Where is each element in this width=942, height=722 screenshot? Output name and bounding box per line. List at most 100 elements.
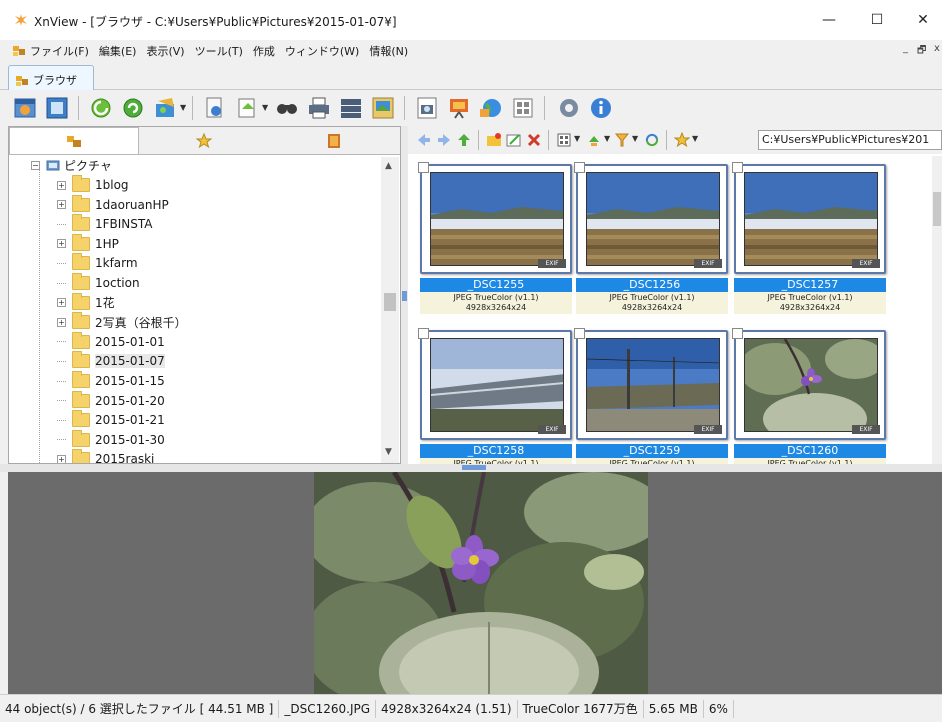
thumbnail-checkbox[interactable] xyxy=(732,328,743,339)
tree-item[interactable]: 2015-01-01 xyxy=(57,331,165,352)
tree-item[interactable]: 2015-01-20 xyxy=(57,390,165,411)
capture-icon[interactable] xyxy=(414,95,440,121)
thumbnail-frame[interactable]: EXIF xyxy=(576,330,728,440)
scroll-down-icon[interactable]: ▼ xyxy=(385,447,392,457)
contact-sheet-icon[interactable] xyxy=(510,95,536,121)
tree-item[interactable]: +2015raski xyxy=(57,449,154,463)
scanner-icon[interactable] xyxy=(338,95,364,121)
web-icon[interactable] xyxy=(478,95,504,121)
thumbnail-frame[interactable]: EXIF xyxy=(576,164,728,274)
thumbnail-checkbox[interactable] xyxy=(418,328,429,339)
path-input[interactable]: C:¥Users¥Public¥Pictures¥201 xyxy=(758,130,942,150)
menu-item-6[interactable]: 情報(N) xyxy=(369,43,408,59)
view-mode-icon[interactable] xyxy=(556,132,572,148)
tree-root-pictures[interactable]: − ピクチャ xyxy=(31,157,112,175)
thumbnail-tile[interactable]: EXIF_DSC1258JPEG TrueColor (v1.1)4928x32… xyxy=(418,328,572,464)
tree-item[interactable]: 1FBINSTA xyxy=(57,214,153,234)
thumbnail-frame[interactable]: EXIF xyxy=(734,330,886,440)
export-icon[interactable] xyxy=(234,95,260,121)
convert-icon[interactable] xyxy=(202,95,228,121)
batch-icon[interactable] xyxy=(152,95,178,121)
close-button[interactable]: ✕ xyxy=(900,8,942,32)
batch-dropdown-icon[interactable]: ▼ xyxy=(180,103,186,112)
tree-item[interactable]: 2015-01-21 xyxy=(57,410,165,430)
thumbnail-frame[interactable]: EXIF xyxy=(734,164,886,274)
menu-item-0[interactable]: ファイル(F) xyxy=(30,43,89,59)
up-folder-icon[interactable] xyxy=(456,132,472,148)
acquire-icon[interactable] xyxy=(12,95,38,121)
splitter-grip[interactable] xyxy=(402,291,407,301)
tree-item[interactable]: +1HP xyxy=(57,233,119,254)
tab-favorites[interactable] xyxy=(139,127,269,154)
tree-item[interactable]: +1花 xyxy=(57,292,115,313)
tree-item[interactable]: 2015-01-07 xyxy=(57,351,165,371)
fullscreen-icon[interactable] xyxy=(44,95,70,121)
expand-icon[interactable]: + xyxy=(57,180,66,190)
collapse-icon[interactable]: − xyxy=(31,160,40,170)
mdi-close-button[interactable]: x xyxy=(934,43,940,54)
back-icon[interactable] xyxy=(416,132,432,148)
thumbnail-tile[interactable]: EXIF_DSC1259JPEG TrueColor (v1.1)4928x32… xyxy=(574,328,728,464)
refresh-icon[interactable] xyxy=(88,95,114,121)
expand-icon[interactable]: + xyxy=(57,298,66,308)
tree-item[interactable]: 2015-01-30 xyxy=(57,429,165,450)
thumbnail-checkbox[interactable] xyxy=(732,162,743,173)
tree-item[interactable]: +2写真（谷根千） xyxy=(57,312,187,332)
thumbnail-scroll-thumb[interactable] xyxy=(933,192,941,226)
menu-item-4[interactable]: 作成 xyxy=(253,43,275,59)
thumbnail-tile[interactable]: EXIF _DSC1257 JPEG TrueColor (v1.1) 4928x32… xyxy=(732,162,886,314)
tree-item[interactable]: 2015-01-15 xyxy=(57,371,165,391)
export-dropdown-icon[interactable]: ▼ xyxy=(262,103,268,112)
thumbnail-tile[interactable]: EXIF _DSC1255 JPEG TrueColor (v1.1) 4928x32… xyxy=(418,162,572,314)
tab-folders[interactable] xyxy=(9,127,139,154)
mdi-minimize-button[interactable]: _ xyxy=(903,43,908,54)
menu-item-1[interactable]: 編集(E) xyxy=(99,43,137,59)
thumbnail-checkbox[interactable] xyxy=(574,328,585,339)
menu-item-5[interactable]: ウィンドウ(W) xyxy=(285,43,359,59)
thumbnail-frame[interactable]: EXIF xyxy=(420,164,572,274)
settings-icon[interactable] xyxy=(556,95,582,121)
rotate-icon[interactable] xyxy=(120,95,146,121)
expand-icon[interactable]: + xyxy=(57,454,66,463)
horizontal-splitter[interactable] xyxy=(0,464,942,472)
thumbnail-tile[interactable]: EXIF _DSC1256 JPEG TrueColor (v1.1) 4928x32… xyxy=(574,162,728,314)
bookmark-star-icon[interactable] xyxy=(674,132,690,148)
scroll-up-icon[interactable]: ▲ xyxy=(385,161,392,171)
tree-item[interactable]: +1blog xyxy=(57,175,129,195)
view-mode-dropdown-icon[interactable]: ▼ xyxy=(574,134,580,143)
mdi-restore-button[interactable]: 🗗 xyxy=(917,43,926,60)
sort-icon[interactable] xyxy=(586,132,602,148)
expand-icon[interactable]: + xyxy=(57,239,66,249)
tree-item[interactable]: +1daoruanHP xyxy=(57,194,169,215)
new-folder-icon[interactable] xyxy=(486,132,502,148)
delete-icon[interactable] xyxy=(526,132,542,148)
tab-categories[interactable] xyxy=(269,127,399,154)
tree-item[interactable]: 1kfarm xyxy=(57,253,138,273)
splitter-grip[interactable] xyxy=(462,465,486,470)
thumbnail-checkbox[interactable] xyxy=(418,162,429,173)
info-icon[interactable] xyxy=(588,95,614,121)
presentation-icon[interactable] xyxy=(446,95,472,121)
tree-scrollbar[interactable]: ▲ ▼ xyxy=(381,157,399,463)
tab-browser[interactable]: ブラウザ xyxy=(8,65,94,90)
bookmark-dropdown-icon[interactable]: ▼ xyxy=(692,134,698,143)
thumbnail-scrollbar[interactable] xyxy=(932,156,942,464)
sync-icon[interactable] xyxy=(644,132,660,148)
maximize-button[interactable]: ☐ xyxy=(854,8,900,32)
filter-dropdown-icon[interactable]: ▼ xyxy=(632,134,638,143)
tree-item[interactable]: 1oction xyxy=(57,273,140,293)
thumbnail-checkbox[interactable] xyxy=(574,162,585,173)
rename-icon[interactable] xyxy=(506,132,522,148)
expand-icon[interactable]: + xyxy=(57,200,66,210)
menu-item-3[interactable]: ツール(T) xyxy=(195,43,243,59)
minimize-button[interactable]: — xyxy=(806,8,852,32)
print-icon[interactable] xyxy=(306,95,332,121)
expand-icon[interactable]: + xyxy=(57,317,66,327)
sort-dropdown-icon[interactable]: ▼ xyxy=(604,134,610,143)
thumbnail-frame[interactable]: EXIF xyxy=(420,330,572,440)
menu-item-2[interactable]: 表示(V) xyxy=(146,43,184,59)
tree-scroll-thumb[interactable] xyxy=(384,293,396,311)
vertical-splitter[interactable] xyxy=(401,126,408,464)
slideshow-icon[interactable] xyxy=(370,95,396,121)
thumbnail-tile[interactable]: EXIF_DSC1260JPEG TrueColor (v1.1)4928x32… xyxy=(732,328,886,464)
